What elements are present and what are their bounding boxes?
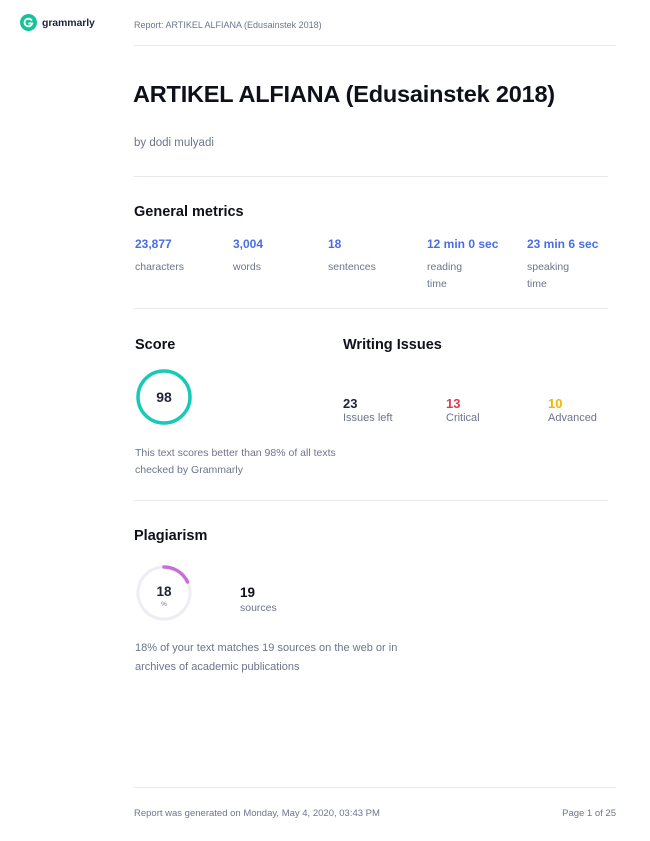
report-header-title: Report: ARTIKEL ALFIANA (Edusainstek 201… — [134, 20, 322, 30]
divider — [134, 45, 616, 46]
metric-speaking-time: 23 min 6 sec speaking time — [527, 237, 599, 293]
grammarly-g-icon — [20, 14, 37, 31]
issue-value: 23 — [343, 396, 358, 411]
footer-generated: Report was generated on Monday, May 4, 2… — [134, 808, 380, 819]
divider — [134, 176, 608, 177]
issue-value: 10 — [548, 396, 563, 411]
metric-characters: 23,877 characters — [135, 237, 215, 276]
divider — [134, 500, 608, 501]
document-title: ARTIKEL ALFIANA (Edusainstek 2018) — [133, 81, 555, 107]
metric-value: 23,877 — [135, 237, 172, 251]
metric-sentences: 18 sentences — [328, 237, 408, 276]
score-ring: 98 — [136, 369, 192, 425]
divider — [134, 308, 608, 309]
grammarly-logo: grammarly — [20, 14, 95, 31]
plagiarism-ring: 18 % — [136, 565, 192, 621]
footer-page-number: Page 1 of 25 — [562, 808, 616, 819]
metric-value: 3,004 — [233, 237, 264, 251]
metric-label: words — [233, 261, 262, 273]
issue-value: 13 — [446, 396, 461, 411]
sources-count: 19 — [240, 585, 256, 600]
score-value: 98 — [156, 389, 172, 405]
issue-critical: 13 Critical — [446, 396, 480, 424]
issue-label: Advanced — [548, 412, 597, 424]
metric-value: 23 min 6 sec — [527, 237, 599, 251]
plagiarism-percent: 18 — [156, 584, 172, 599]
metric-value: 12 min 0 sec — [427, 237, 499, 251]
document-author: by dodi mulyadi — [134, 137, 214, 149]
issue-label: Issues left — [343, 412, 393, 424]
issue-label: Critical — [446, 412, 480, 424]
writing-issues-title: Writing Issues — [343, 337, 442, 353]
divider — [134, 787, 616, 788]
metric-label: sentences — [328, 261, 376, 273]
plagiarism-percent-unit: % — [161, 601, 167, 608]
issue-issues-left: 23 Issues left — [343, 396, 393, 424]
metric-label: reading time — [427, 261, 463, 290]
metric-label: speaking time — [527, 261, 570, 290]
score-description: This text scores better than 98% of all … — [135, 447, 336, 476]
metric-reading-time: 12 min 0 sec reading time — [427, 237, 499, 293]
plagiarism-sources: 19 sources — [240, 585, 277, 614]
plagiarism-description: 18% of your text matches 19 sources on t… — [135, 642, 398, 673]
sources-label: sources — [240, 602, 277, 614]
metric-words: 3,004 words — [233, 237, 313, 276]
brand-name: grammarly — [42, 16, 95, 29]
metric-label: characters — [135, 261, 185, 273]
metric-value: 18 — [328, 237, 342, 251]
plagiarism-title: Plagiarism — [134, 528, 208, 544]
general-metrics-title: General metrics — [134, 204, 244, 220]
issue-advanced: 10 Advanced — [548, 396, 597, 424]
score-title: Score — [135, 337, 176, 353]
